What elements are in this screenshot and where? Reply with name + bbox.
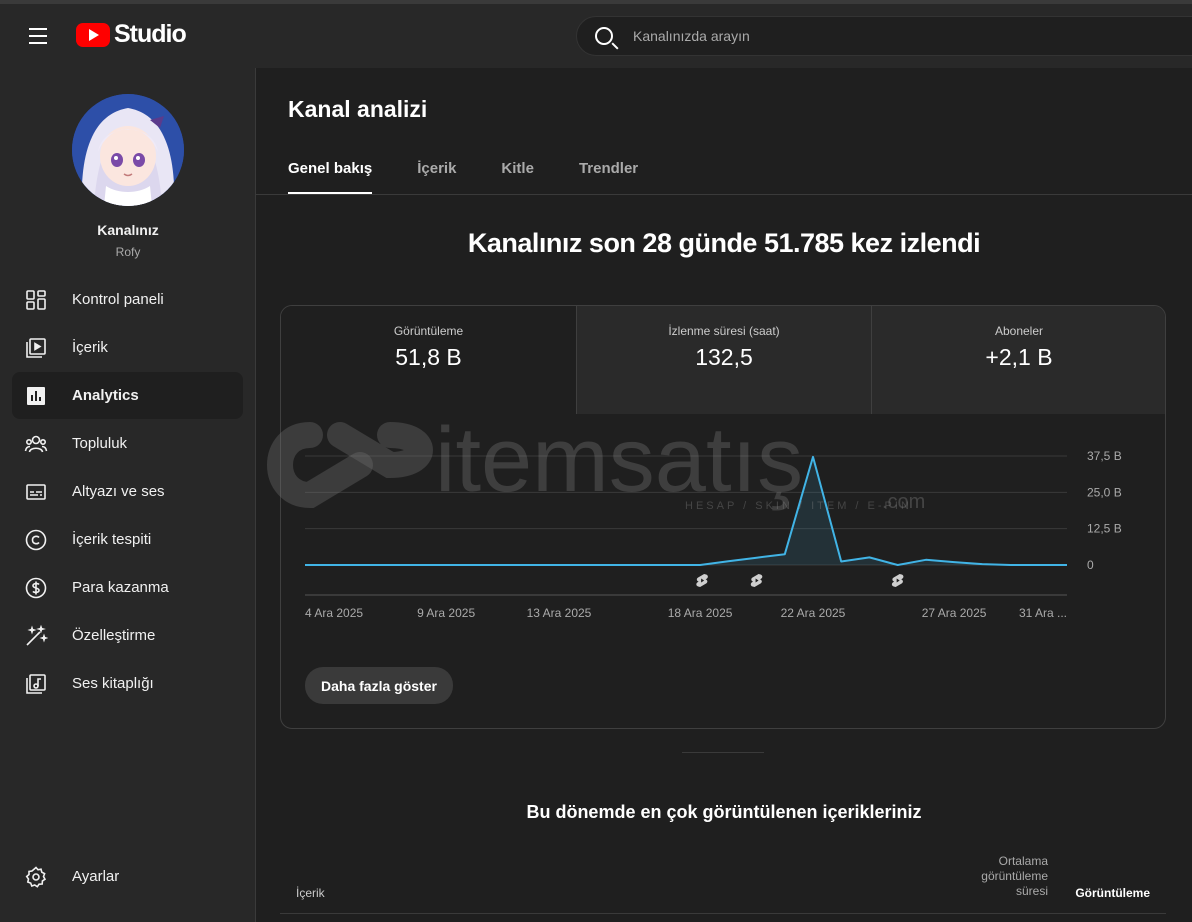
x-tick-label: 18 Ara 2025 — [668, 606, 733, 620]
metric-tabs: Görüntüleme 51,8 B İzlenme süresi (saat)… — [281, 306, 1165, 414]
page-title: Kanal analizi — [288, 96, 428, 122]
audio-library-icon — [26, 674, 46, 694]
monetization-icon — [25, 577, 47, 599]
metric-value: +2,1 B — [985, 344, 1053, 370]
metric-views[interactable]: Görüntüleme 51,8 B — [281, 306, 576, 414]
tab-trends[interactable]: Trendler — [579, 160, 638, 194]
sidebar-item-content[interactable]: İçerik — [12, 324, 243, 371]
subtitles-icon — [26, 484, 46, 500]
search-icon[interactable] — [595, 27, 613, 45]
sidebar-item-label: Altyazı ve ses — [72, 483, 165, 500]
content-icon — [26, 338, 46, 358]
sidebar-item-dashboard[interactable]: Kontrol paneli — [12, 276, 243, 323]
sidebar-item-analytics[interactable]: Analytics — [12, 372, 243, 419]
sidebar-item-audio-library[interactable]: Ses kitaplığı — [12, 660, 243, 707]
sidebar-item-label: İçerik — [72, 339, 108, 356]
sidebar-item-label: Para kazanma — [72, 579, 169, 596]
y-tick-label: 12,5 B — [1087, 522, 1122, 536]
x-tick-label: 31 Ara ... — [1019, 606, 1067, 620]
search-bar[interactable] — [576, 16, 1192, 56]
main-content: Kanal analizi Genel bakış İçerik Kitle T… — [256, 68, 1192, 922]
sidebar-item-label: Analytics — [72, 387, 139, 404]
sidebar-item-label: Ses kitaplığı — [72, 675, 154, 692]
sidebar-item-label: İçerik tespiti — [72, 531, 152, 548]
studio-logo[interactable]: Studio — [76, 20, 187, 49]
shorts-marker-icon[interactable] — [696, 574, 708, 587]
community-icon — [24, 435, 48, 453]
logo-text: Studio — [114, 20, 187, 48]
show-more-button[interactable]: Daha fazla göster — [305, 667, 453, 704]
sidebar-item-settings[interactable]: Ayarlar — [12, 853, 243, 900]
x-tick-label: 27 Ara 2025 — [922, 606, 987, 620]
dashboard-icon — [26, 290, 46, 310]
sidebar-item-customization[interactable]: Özelleştirme — [12, 612, 243, 659]
top-bar: Studio — [0, 0, 1192, 68]
x-tick-label: 4 Ara 2025 — [305, 606, 363, 620]
x-tick-label: 22 Ara 2025 — [781, 606, 846, 620]
customization-icon — [26, 624, 48, 646]
sidebar-item-monetization[interactable]: Para kazanma — [12, 564, 243, 611]
sidebar-item-label: Topluluk — [72, 435, 128, 452]
top-content-title: Bu dönemde en çok görüntülenen içerikler… — [526, 802, 922, 822]
metric-value: 132,5 — [695, 344, 753, 370]
x-tick-label: 13 Ara 2025 — [527, 606, 592, 620]
youtube-logo-icon — [76, 22, 110, 47]
gear-icon — [25, 866, 47, 888]
y-tick-label: 25,0 B — [1087, 485, 1122, 499]
tab-overview[interactable]: Genel bakış — [288, 160, 373, 194]
x-tick-label: 9 Ara 2025 — [417, 606, 475, 620]
metric-label: Aboneler — [994, 324, 1044, 338]
menu-icon[interactable] — [22, 22, 54, 50]
section-divider — [682, 752, 764, 753]
top-content-table-header: İçerik Ortalama görüntüleme süresi Görün… — [280, 844, 1166, 914]
channel-handle: Rofy — [115, 245, 141, 259]
analytics-icon — [27, 387, 45, 405]
metric-value: 51,8 B — [395, 344, 462, 370]
column-header-content: İçerik — [296, 886, 325, 900]
overview-card: Görüntüleme 51,8 B İzlenme süresi (saat)… — [280, 305, 1166, 729]
sidebar-item-label: Kontrol paneli — [72, 291, 164, 308]
sidebar-item-copyright[interactable]: İçerik tespiti — [12, 516, 243, 563]
y-tick-label: 37,5 B — [1087, 449, 1122, 463]
sidebar: Kanalınız Rofy Kontrol paneli İçerik Ana… — [0, 68, 256, 922]
column-header-views[interactable]: Görüntüleme — [1064, 886, 1150, 900]
sidebar-item-label: Ayarlar — [72, 868, 120, 885]
tab-audience[interactable]: Kitle — [501, 160, 534, 194]
sidebar-item-community[interactable]: Topluluk — [12, 420, 243, 467]
tab-content[interactable]: İçerik — [417, 160, 456, 194]
views-headline: Kanalınız son 28 günde 51.785 kez izlend… — [467, 228, 981, 258]
sidebar-item-label: Özelleştirme — [72, 627, 156, 644]
shorts-marker-icon[interactable] — [891, 574, 904, 587]
series-line-views[interactable] — [305, 455, 1067, 566]
copyright-icon — [25, 529, 47, 551]
y-tick-label: 0 — [1087, 558, 1094, 572]
metric-label: Görüntüleme — [393, 324, 464, 338]
analytics-tabs: Genel bakış İçerik Kitle Trendler — [288, 160, 683, 195]
sidebar-item-subtitles[interactable]: Altyazı ve ses — [12, 468, 243, 515]
metric-watch-time[interactable]: İzlenme süresi (saat) 132,5 — [576, 306, 871, 414]
channel-avatar[interactable] — [72, 94, 184, 206]
metric-label: İzlenme süresi (saat) — [668, 324, 780, 338]
column-header-avg-duration[interactable]: Ortalama görüntüleme süresi — [960, 854, 1048, 899]
series-area — [305, 456, 1067, 565]
metric-subscribers[interactable]: Aboneler +2,1 B — [871, 306, 1165, 414]
tabs-divider — [256, 194, 1192, 195]
channel-name: Kanalınız — [97, 222, 159, 238]
views-line-chart[interactable]: 37,5 B 25,0 B 12,5 B 0 4 Ara 2025 9 Ara 2025 1… — [281, 426, 1166, 656]
search-input[interactable] — [633, 17, 1173, 55]
shorts-marker-icon[interactable] — [750, 574, 763, 587]
